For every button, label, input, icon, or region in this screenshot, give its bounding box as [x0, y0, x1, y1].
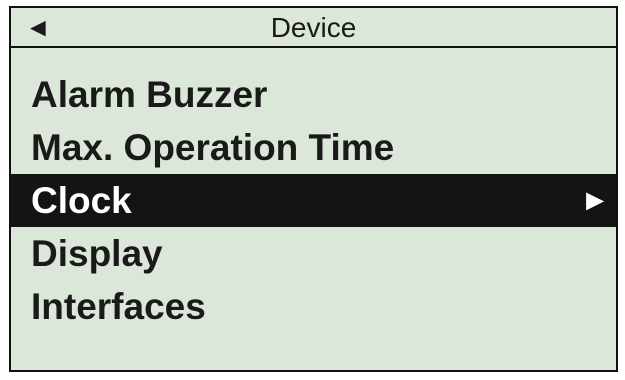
menu-item-alarm-buzzer[interactable]: Alarm Buzzer: [11, 68, 616, 121]
menu-item-label: Max. Operation Time: [31, 127, 395, 168]
menu-item-label: Clock: [31, 180, 132, 221]
submenu-arrow-icon: ►: [580, 184, 610, 217]
menu-item-label: Display: [31, 233, 163, 274]
menu-item-clock[interactable]: Clock ►: [11, 174, 616, 227]
menu-item-label: Alarm Buzzer: [31, 74, 268, 115]
device-menu: Alarm Buzzer Max. Operation Time Clock ►…: [11, 68, 616, 333]
menu-item-interfaces[interactable]: Interfaces: [11, 280, 616, 333]
screen-title: Device: [270, 12, 357, 43]
lcd-screen: ◄ Device Alarm Buzzer Max. Operation Tim…: [9, 6, 618, 372]
menu-item-display[interactable]: Display: [11, 227, 616, 280]
menu-item-max-operation-time[interactable]: Max. Operation Time: [11, 121, 616, 174]
menu-item-label: Interfaces: [31, 286, 206, 327]
title-bar: ◄ Device: [11, 8, 616, 48]
